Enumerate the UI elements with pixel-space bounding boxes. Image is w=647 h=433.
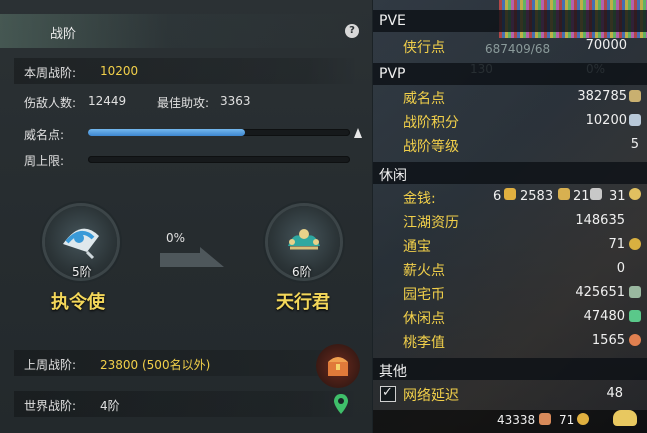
- prestige-token-icon: [629, 90, 641, 102]
- prestige-bar-fill: [88, 129, 246, 136]
- silver-ingot-icon: [558, 188, 570, 200]
- current-rank-level: 5阶: [72, 265, 92, 279]
- weekly-rank-value: 10200: [100, 64, 139, 78]
- rank-points-icon: [629, 114, 641, 126]
- world-rank-value: 4阶: [100, 399, 120, 413]
- rank-panel: 战阶 ? 本周战阶: 10200 伤敌人数: 12449 最佳助攻: 3363 …: [0, 0, 372, 433]
- fan-emblem-icon: [63, 228, 99, 260]
- best-assist-value: 3363: [220, 94, 251, 108]
- next-rank-arrow-icon: [160, 247, 224, 267]
- help-icon[interactable]: ?: [345, 24, 359, 38]
- leisure-label-0: 江湖资历: [403, 215, 459, 231]
- leisure-value-0: 148635: [575, 213, 625, 228]
- bottom-coin-icon: [577, 413, 589, 425]
- bg-hp-text: 687409/68: [485, 42, 551, 56]
- pve-label-0: 侠行点: [403, 40, 445, 56]
- money-gold: 6: [493, 189, 502, 204]
- leisure-value-1: 71: [608, 237, 625, 252]
- leisure-label-4: 休闲点: [403, 311, 445, 327]
- bottom-value-2: 71: [559, 413, 575, 427]
- peach-icon: [629, 334, 641, 346]
- copper-ingot-icon: [590, 188, 602, 200]
- money-silver: 2583: [520, 189, 554, 204]
- pvp-header: PVP: [373, 63, 647, 85]
- leisure-header: 休闲: [373, 162, 647, 184]
- leisure-value-2: 0: [616, 261, 625, 276]
- leisure-leaf-icon: [629, 310, 641, 322]
- network-label: 网络延迟: [403, 388, 459, 404]
- location-pin-icon[interactable]: [334, 394, 348, 414]
- homestead-coin-icon: [629, 286, 641, 298]
- leisure-value-5: 1565: [591, 333, 625, 348]
- weekly-cap-bar: [88, 156, 350, 163]
- leisure-header-label: 休闲: [379, 168, 407, 184]
- next-rank-level: 6阶: [292, 265, 312, 279]
- money-copper: 21: [573, 189, 590, 204]
- network-checkbox[interactable]: [380, 385, 396, 402]
- other-header-label: 其他: [379, 364, 407, 380]
- leisure-value-4: 47480: [583, 309, 625, 324]
- bottom-scroll-icon: [539, 413, 551, 425]
- bottom-value-1: 43338: [497, 413, 536, 427]
- pvp-value-0: 382785: [577, 89, 627, 104]
- pvp-value-1: 10200: [585, 113, 627, 128]
- weekly-cap-label: 周上限:: [24, 154, 65, 168]
- other-header: 其他: [373, 358, 647, 380]
- leisure-label-2: 薪火点: [403, 263, 445, 279]
- pvp-label-1: 战阶积分: [403, 115, 459, 131]
- injured-value: 12449: [88, 94, 127, 108]
- money-label: 金钱:: [403, 191, 436, 207]
- weekly-rank-label: 本周战阶:: [24, 66, 77, 80]
- prestige-bar: [88, 129, 350, 136]
- pve-header-label: PVE: [379, 13, 406, 29]
- injured-label: 伤敌人数:: [24, 96, 77, 110]
- pve-header: PVE: [373, 10, 647, 32]
- panel-title: 战阶: [50, 27, 77, 42]
- gold-ingot-shop-icon[interactable]: [613, 410, 637, 426]
- prestige-label: 威名点:: [24, 128, 65, 142]
- pvp-value-2: 5: [630, 137, 639, 152]
- network-value: 48: [606, 386, 623, 401]
- leisure-label-1: 通宝: [403, 239, 431, 255]
- world-rank-label: 世界战阶:: [24, 399, 77, 413]
- panel-header: 战阶: [0, 14, 372, 48]
- gold-bar-icon: [504, 188, 516, 200]
- bar-end-marker-icon: [354, 128, 362, 138]
- best-assist-label: 最佳助攻:: [157, 96, 210, 110]
- leisure-value-3: 425651: [575, 285, 625, 300]
- currency-panel: 687409/68 130 0% PVE 侠行点 70000 PVP 威名点 3…: [373, 0, 647, 433]
- tongbao-coin-icon: [629, 238, 641, 250]
- current-rank-name: 执令使: [51, 292, 105, 313]
- leisure-label-3: 园宅币: [403, 287, 445, 303]
- leisure-label-5: 桃李值: [403, 335, 445, 351]
- money-coin: 31: [609, 189, 626, 204]
- coin-icon: [629, 188, 641, 200]
- last-week-label: 上周战阶:: [24, 358, 77, 372]
- reward-chest-icon[interactable]: [316, 344, 360, 388]
- rank-progress-percent: 0%: [166, 231, 186, 245]
- pvp-label-0: 威名点: [403, 91, 445, 107]
- last-week-value: 23800 (500名以外): [100, 358, 211, 372]
- pvp-label-2: 战阶等级: [403, 139, 459, 155]
- pve-value-0: 70000: [585, 38, 627, 53]
- next-rank-name: 天行君: [276, 292, 330, 313]
- pvp-header-label: PVP: [379, 66, 406, 82]
- chest-shape-icon: [328, 357, 348, 376]
- crown-emblem-icon: [288, 229, 320, 250]
